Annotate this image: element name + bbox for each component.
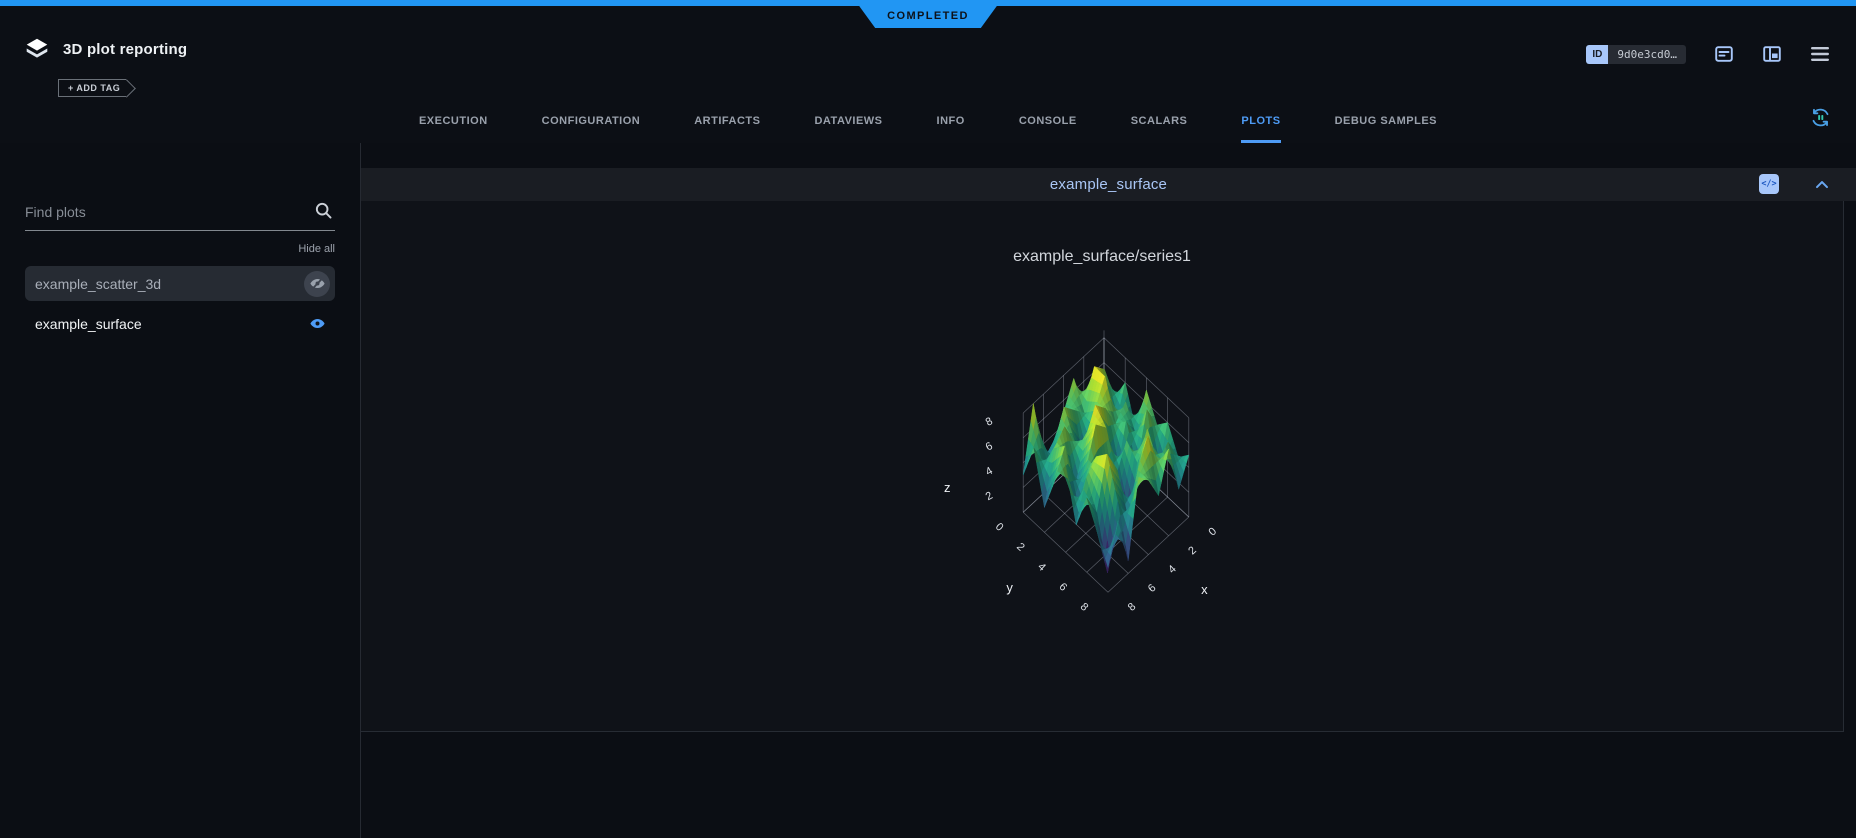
top-accent-bar [0,0,1856,6]
search-input[interactable] [25,200,335,230]
plots-sidebar: Hide all example_scatter_3d example_surf… [0,143,361,838]
add-tag-button[interactable]: + ADD TAG [58,79,126,97]
main-panel: example_surface </> example_surface/seri… [361,143,1856,838]
plot-card-header[interactable]: example_surface </> [361,168,1856,201]
search-icon[interactable] [314,201,333,225]
experiment-type-icon [24,36,50,62]
status-badge: COMPLETED [859,6,997,28]
tab-bar: EXECUTION CONFIGURATION ARTIFACTS DATAVI… [0,115,1856,143]
plot-list-item-example-scatter-3d[interactable]: example_scatter_3d [25,266,335,301]
id-value: 9d0e3cd0… [1608,45,1686,64]
id-label: ID [1586,45,1608,64]
tab-dataviews[interactable]: DATAVIEWS [814,115,882,143]
tab-artifacts[interactable]: ARTIFACTS [694,115,760,143]
tab-scalars[interactable]: SCALARS [1131,115,1188,143]
tab-info[interactable]: INFO [937,115,965,143]
chart-title: example_surface/series1 [361,248,1843,266]
plot-list: example_scatter_3d example_surface [25,266,335,341]
auto-refresh-icon[interactable] [1809,106,1832,134]
plot-card-title: example_surface [1050,176,1167,193]
plot-card-body: example_surface/series1 [361,201,1844,732]
header-controls: ID 9d0e3cd0… [1586,44,1830,64]
plot-list-item-example-surface[interactable]: example_surface [25,306,335,341]
tab-debug-samples[interactable]: DEBUG SAMPLES [1335,115,1437,143]
view-code-icon[interactable]: </> [1759,174,1779,194]
tab-plots[interactable]: PLOTS [1241,115,1280,143]
chevron-up-icon[interactable] [1812,175,1832,200]
search-row [25,200,335,231]
comments-icon[interactable] [1714,44,1734,64]
experiment-id-chip[interactable]: ID 9d0e3cd0… [1586,45,1686,64]
tab-execution[interactable]: EXECUTION [419,115,488,143]
brand: 3D plot reporting [24,36,187,62]
eye-off-icon[interactable] [304,271,330,297]
plot-item-label: example_scatter_3d [35,276,161,292]
menu-icon[interactable] [1810,46,1830,62]
layout-panel-icon[interactable] [1762,44,1782,64]
tab-configuration[interactable]: CONFIGURATION [542,115,641,143]
plot-item-label: example_surface [35,316,142,332]
hide-all-button[interactable]: Hide all [25,243,335,255]
surface-plot-canvas[interactable] [792,277,1412,677]
content: Hide all example_scatter_3d example_surf… [0,143,1856,838]
tab-console[interactable]: CONSOLE [1019,115,1077,143]
eye-icon[interactable] [304,311,330,337]
page-title: 3D plot reporting [63,41,187,58]
